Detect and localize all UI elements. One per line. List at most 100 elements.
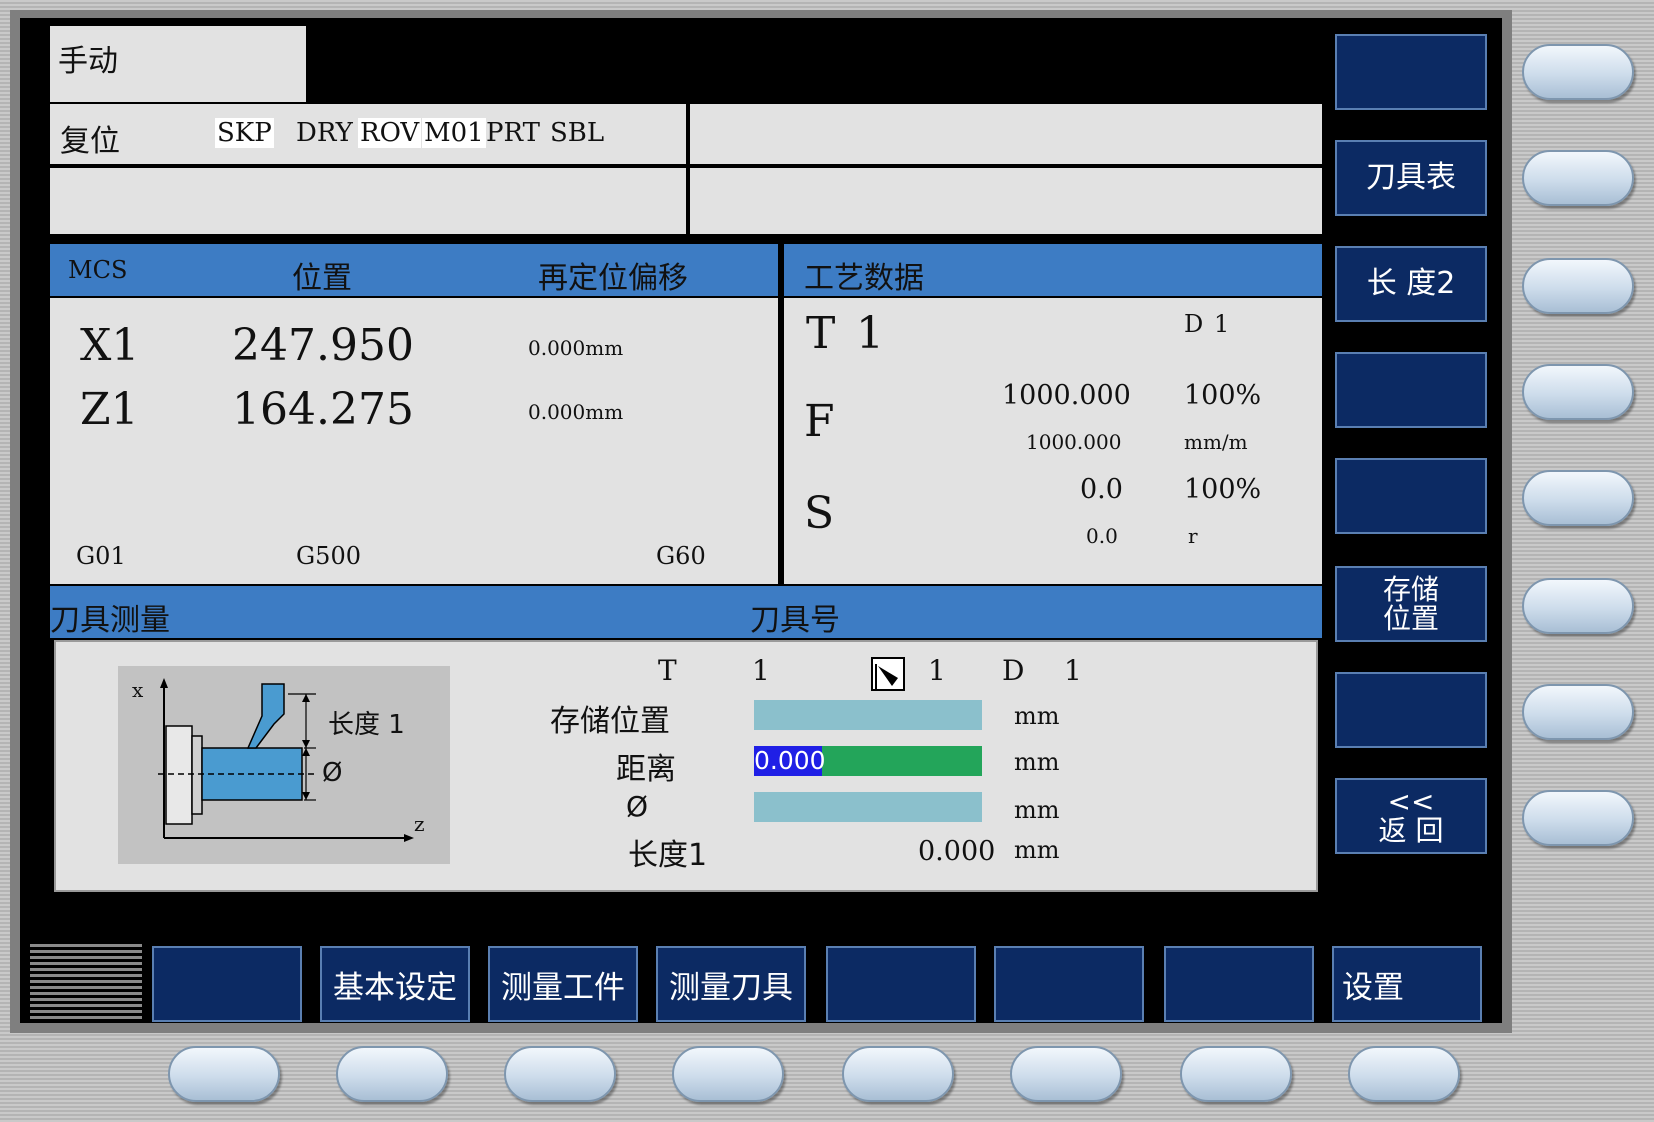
tech-f-unit: mm/m bbox=[1184, 430, 1248, 454]
axis-offset: 0.000mm bbox=[528, 400, 624, 424]
flag-m01: M01 bbox=[422, 118, 486, 148]
position-panel: X1 247.950 0.000mm Z1 164.275 0.000mm G0… bbox=[50, 298, 778, 584]
flag-dry: DRY bbox=[296, 118, 353, 148]
axis-offset: 0.000mm bbox=[528, 336, 624, 360]
hw-vertical-button-2[interactable] bbox=[1522, 150, 1634, 206]
hsoftkey-1[interactable] bbox=[152, 946, 302, 1022]
hw-horizontal-button-7[interactable] bbox=[1180, 1046, 1292, 1102]
vsoftkey-length2[interactable]: 长 度2 bbox=[1335, 246, 1487, 322]
hsoftkey-measure-workpiece[interactable]: 测量工件 bbox=[488, 946, 638, 1022]
alarm-panel-right bbox=[690, 168, 1322, 234]
alarm-panel-left bbox=[50, 168, 686, 234]
distance-field[interactable]: 0.000 bbox=[754, 746, 982, 776]
field-label: 长度1 bbox=[628, 838, 708, 873]
axis-value: 247.950 bbox=[232, 320, 414, 371]
measure-t-label: T bbox=[658, 654, 677, 687]
length1-value: 0.000 bbox=[918, 836, 996, 867]
hw-vertical-button-7[interactable] bbox=[1522, 684, 1634, 740]
tech-s-override: 100% bbox=[1184, 474, 1262, 505]
status-panel: 复位 SKP DRY ROV M01 PRT SBL bbox=[50, 104, 686, 164]
tech-f-label: F bbox=[804, 396, 835, 447]
vsoftkey-5[interactable] bbox=[1335, 458, 1487, 534]
vsoftkey-store-position[interactable]: 存储 位置 bbox=[1335, 566, 1487, 642]
hw-horizontal-button-1[interactable] bbox=[168, 1046, 280, 1102]
storage-position-field[interactable] bbox=[754, 700, 982, 730]
tech-d-label: D bbox=[1184, 310, 1204, 338]
flag-prt: PRT bbox=[486, 118, 540, 148]
vsoftkey-1[interactable] bbox=[1335, 34, 1487, 110]
hsoftkey-settings[interactable]: 设置 bbox=[1332, 946, 1482, 1022]
hw-vertical-button-3[interactable] bbox=[1522, 258, 1634, 314]
field-label: 距离 bbox=[616, 752, 676, 787]
field-unit: mm bbox=[1014, 796, 1060, 824]
offset-col-label: 再定位偏移 bbox=[538, 261, 688, 296]
tool-number-header: 刀具号 bbox=[750, 603, 840, 638]
flag-sbl: SBL bbox=[550, 118, 605, 148]
tech-s-unit: r bbox=[1188, 524, 1198, 548]
hw-horizontal-button-3[interactable] bbox=[504, 1046, 616, 1102]
vsoftkey-back[interactable]: << 返 回 bbox=[1335, 778, 1487, 854]
mcs-label: MCS bbox=[68, 256, 128, 284]
hw-vertical-button-1[interactable] bbox=[1522, 44, 1634, 100]
reset-label: 复位 bbox=[60, 124, 120, 159]
tech-f-value: 1000.000 bbox=[1002, 380, 1131, 411]
diameter-field[interactable] bbox=[754, 792, 982, 822]
measure-d-label: D bbox=[1002, 654, 1025, 687]
vsoftkey-tool-table[interactable]: 刀具表 bbox=[1335, 140, 1487, 216]
hw-vertical-button-8[interactable] bbox=[1522, 790, 1634, 846]
measure-t-value: 1 bbox=[752, 654, 770, 687]
position-header: MCS 位置 再定位偏移 bbox=[50, 244, 778, 296]
tech-s-value: 0.0 bbox=[1080, 474, 1123, 505]
field-row: 距离 0.000 mm bbox=[56, 742, 1320, 787]
mode-panel: 手动 bbox=[50, 26, 306, 102]
tech-s-label: S bbox=[804, 488, 835, 539]
hsoftkey-5[interactable] bbox=[826, 946, 976, 1022]
tech-f-override: 100% bbox=[1184, 380, 1262, 411]
tech-t-value: 1 bbox=[856, 308, 884, 359]
flag-skp: SKP bbox=[215, 118, 274, 148]
axis-name: Z1 bbox=[80, 384, 139, 435]
gcode-g500: G500 bbox=[296, 542, 361, 570]
position-col-label: 位置 bbox=[292, 261, 352, 296]
field-label: 存储位置 bbox=[550, 704, 670, 739]
tech-panel: T 1 D 1 F 1000.000 100% 1000.000 mm/m S … bbox=[784, 298, 1322, 584]
hw-vertical-button-5[interactable] bbox=[1522, 470, 1634, 526]
tech-t-label: T bbox=[806, 308, 836, 359]
measure-d-value: 1 bbox=[1064, 654, 1082, 687]
cutting-edge-icon bbox=[870, 656, 906, 692]
hw-horizontal-button-5[interactable] bbox=[842, 1046, 954, 1102]
hw-horizontal-button-6[interactable] bbox=[1010, 1046, 1122, 1102]
measure-title: 刀具测量 bbox=[50, 603, 170, 638]
tech-d-value: 1 bbox=[1214, 310, 1230, 338]
field-unit: mm bbox=[1014, 836, 1060, 864]
hw-horizontal-button-2[interactable] bbox=[336, 1046, 448, 1102]
field-label: Ø bbox=[626, 790, 649, 823]
hw-vertical-button-6[interactable] bbox=[1522, 578, 1634, 634]
vsoftkey-7[interactable] bbox=[1335, 672, 1487, 748]
hsoftkey-measure-tool[interactable]: 测量刀具 bbox=[656, 946, 806, 1022]
hw-horizontal-button-4[interactable] bbox=[672, 1046, 784, 1102]
hw-vertical-button-4[interactable] bbox=[1522, 364, 1634, 420]
mode-label: 手动 bbox=[58, 44, 118, 79]
recall-indicator bbox=[30, 944, 142, 1022]
field-row: Ø mm bbox=[56, 788, 1320, 828]
axis-row: Z1 164.275 0.000mm bbox=[50, 384, 778, 444]
measure-panel: x z 长度 1 Ø T 1 1 D 1 存储位置 mm 距离 0.000 mm… bbox=[54, 640, 1318, 892]
tech-title: 工艺数据 bbox=[804, 261, 924, 296]
field-unit: mm bbox=[1014, 702, 1060, 730]
measure-edge-value: 1 bbox=[928, 654, 946, 687]
field-unit: mm bbox=[1014, 748, 1060, 776]
tech-s-value2: 0.0 bbox=[1086, 524, 1118, 548]
tech-header: 工艺数据 bbox=[784, 244, 1322, 296]
gcode-g01: G01 bbox=[76, 542, 126, 570]
vsoftkey-4[interactable] bbox=[1335, 352, 1487, 428]
hsoftkey-basic-settings[interactable]: 基本设定 bbox=[320, 946, 470, 1022]
axis-value: 164.275 bbox=[232, 384, 414, 435]
field-row: 存储位置 mm bbox=[56, 694, 1320, 739]
hw-horizontal-button-8[interactable] bbox=[1348, 1046, 1460, 1102]
hsoftkey-6[interactable] bbox=[994, 946, 1144, 1022]
hsoftkey-7[interactable] bbox=[1164, 946, 1314, 1022]
axis-name: X1 bbox=[80, 320, 140, 371]
axis-row: X1 247.950 0.000mm bbox=[50, 320, 778, 380]
tech-f-value2: 1000.000 bbox=[1026, 430, 1122, 454]
